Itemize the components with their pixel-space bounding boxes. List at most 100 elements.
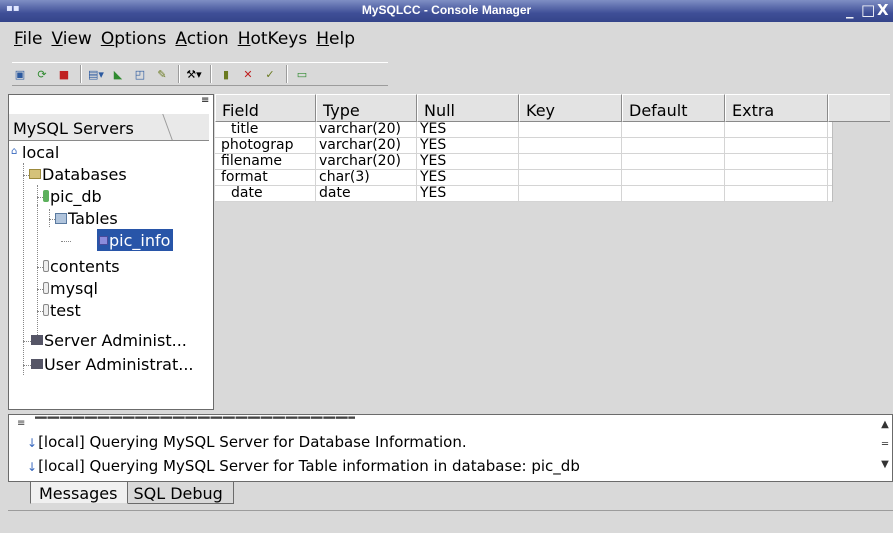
maximize-button[interactable]: □	[861, 1, 875, 19]
database-icon[interactable]: ▮	[218, 66, 234, 82]
message-arrow-icon: ↓	[27, 460, 38, 474]
cell-type: varchar(20)	[316, 122, 417, 137]
panel-collapse-icon[interactable]: ≡	[201, 95, 213, 109]
message-text: [local] Querying MySQL Server for Databa…	[38, 433, 467, 451]
server-icon: ⌂	[11, 146, 18, 157]
column-header-field[interactable]: Field	[215, 94, 316, 122]
export-icon[interactable]: ◰	[132, 66, 148, 82]
tools-menu-icon[interactable]: ⚒▾	[186, 66, 202, 82]
tree-node-label: Databases	[42, 164, 127, 184]
tree-node-label: User Administrat...	[44, 354, 194, 374]
menu-view[interactable]: View	[51, 29, 91, 49]
toolbar-separator	[178, 65, 180, 83]
table-menu-icon[interactable]: ▤▾	[88, 66, 104, 82]
tree-node-local[interactable]: ⌂ local	[11, 141, 59, 163]
menu-options[interactable]: Options	[101, 29, 167, 49]
cell-null: YES	[417, 138, 519, 153]
tree-node-label: pic_info	[109, 230, 171, 250]
column-header-key[interactable]: Key	[519, 94, 622, 122]
tree-node-pic-db[interactable]: pic_db	[43, 185, 102, 207]
table-row[interactable]: format char(3) YES	[215, 170, 832, 186]
tree-node-label: Tables	[68, 208, 118, 228]
tree-node-label: local	[22, 142, 60, 162]
console-icon[interactable]: ▭	[294, 66, 310, 82]
menu-bar: File View Options Action HotKeys Help	[0, 24, 893, 54]
cell-default	[622, 154, 725, 169]
tree-node-server-admin[interactable]: Server Administ...	[31, 329, 187, 351]
tree-node-test[interactable]: test	[43, 299, 81, 321]
minimize-button[interactable]: _	[846, 1, 854, 19]
menu-help[interactable]: Help	[316, 29, 355, 49]
cell-field: date	[215, 186, 316, 201]
cell-extra	[725, 122, 828, 137]
column-header-extra[interactable]: Extra	[725, 94, 828, 122]
toolbar-separator	[210, 65, 212, 83]
panel-collapse-icon[interactable]: ≡	[17, 418, 25, 429]
server-tree: ⌂ local Databases pic_db Tables pic_info	[9, 143, 213, 409]
close-button[interactable]: X	[877, 1, 889, 19]
grid-header: Field Type Null Key Default Extra	[215, 94, 890, 122]
cell-extra	[725, 170, 828, 185]
message-tabs: Messages SQL Debug	[30, 482, 234, 506]
toolbar-separator	[80, 65, 82, 83]
cell-default	[622, 186, 725, 201]
cell-field: photograp	[215, 138, 316, 153]
toolbar: ▣ ⟳ ■ ▤▾ ◣ ◰ ✎ ⚒▾ ▮ ✕ ✓ ▭	[12, 62, 388, 86]
tables-icon	[55, 212, 67, 224]
menu-file[interactable]: File	[14, 29, 42, 49]
cell-null: YES	[417, 154, 519, 169]
messages-scrollbar[interactable]: ▲ ═ ▼	[880, 419, 890, 479]
tree-node-pic-info[interactable]: pic_info	[97, 229, 174, 251]
message-line: ↓[local] Querying MySQL Server for Datab…	[27, 433, 467, 451]
cell-type: date	[316, 186, 417, 201]
message-arrow-icon: ↓	[27, 436, 38, 450]
tab-messages[interactable]: Messages	[30, 482, 129, 504]
toolbar-separator	[286, 65, 288, 83]
cell-type: char(3)	[316, 170, 417, 185]
grid-body: title varchar(20) YES photograp varchar(…	[215, 122, 833, 202]
cell-field: filename	[215, 154, 316, 169]
query-icon[interactable]: ■	[56, 66, 72, 82]
table-row[interactable]: date date YES	[215, 186, 832, 202]
cell-extra	[725, 154, 828, 169]
tree-node-mysql[interactable]: mysql	[43, 277, 98, 299]
folder-icon	[29, 169, 41, 179]
menu-hotkeys[interactable]: HotKeys	[238, 29, 308, 49]
cell-key	[519, 138, 622, 153]
cell-key	[519, 170, 622, 185]
scroll-thumb[interactable]: ═	[880, 439, 890, 459]
tree-node-contents[interactable]: contents	[43, 255, 120, 277]
database-icon	[43, 304, 49, 316]
refresh-icon[interactable]: ⟳	[34, 66, 50, 82]
messages-panel: ≡ ▁▁▁▁▁▁▁▁▁▁▁▁▁▁▁▁▁▁▁▁▁▁▁▁▁▁▁▁▁▁ ↓[local…	[8, 414, 893, 482]
column-header-default[interactable]: Default	[622, 94, 725, 122]
database-icon	[43, 260, 49, 272]
chart-icon[interactable]: ◣	[110, 66, 126, 82]
wizard-icon[interactable]: ✎	[154, 66, 170, 82]
tree-header[interactable]: MySQL Servers	[9, 113, 209, 141]
scroll-up-icon[interactable]: ▲	[880, 419, 890, 439]
tree-node-tables[interactable]: Tables	[55, 207, 118, 229]
tree-node-label: Server Administ...	[44, 330, 187, 350]
app-window: ▪▪ MySQLCC - Console Manager _ □ X File …	[0, 0, 893, 533]
tree-node-label: pic_db	[50, 186, 102, 206]
menu-action[interactable]: Action	[175, 29, 228, 49]
tree-node-user-admin[interactable]: User Administrat...	[31, 353, 194, 375]
edit-icon[interactable]: ✓	[262, 66, 278, 82]
new-connection-icon[interactable]: ▣	[12, 66, 28, 82]
cell-default	[622, 138, 725, 153]
scroll-down-icon[interactable]: ▼	[880, 459, 890, 479]
table-icon	[99, 235, 108, 245]
tab-sql-debug[interactable]: SQL Debug	[124, 482, 234, 504]
column-header-type[interactable]: Type	[316, 94, 417, 122]
database-icon	[43, 190, 49, 202]
table-row[interactable]: title varchar(20) YES	[215, 122, 832, 138]
message-line: ↓[local] Querying MySQL Server for Table…	[27, 457, 580, 475]
table-row[interactable]: photograp varchar(20) YES	[215, 138, 832, 154]
tree-node-databases[interactable]: Databases	[29, 163, 127, 185]
column-header-null[interactable]: Null	[417, 94, 519, 122]
server-tree-panel: ≡ MySQL Servers ⌂ local Databases pic_db…	[8, 94, 214, 410]
table-row[interactable]: filename varchar(20) YES	[215, 154, 832, 170]
delete-icon[interactable]: ✕	[240, 66, 256, 82]
tree-node-label: test	[50, 300, 81, 320]
